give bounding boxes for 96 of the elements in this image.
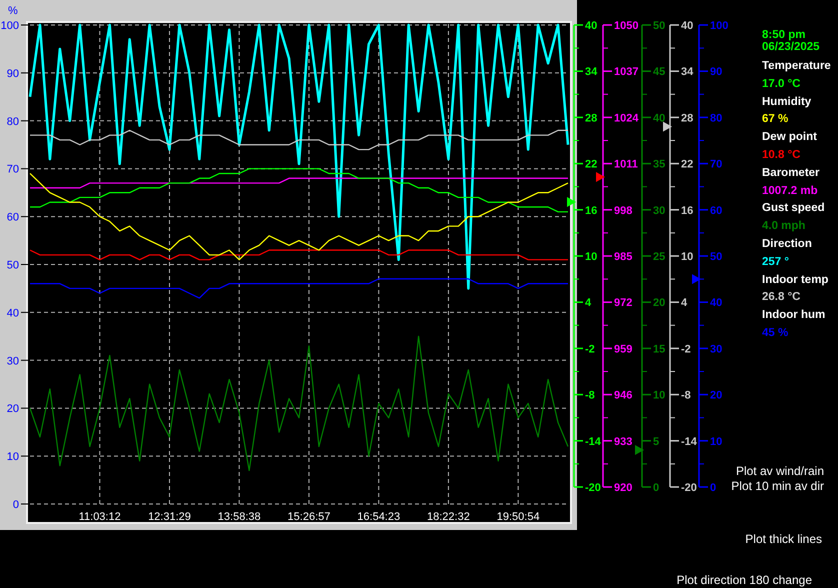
axis-label: 10 [6, 451, 19, 464]
axis-label: 20 [710, 390, 722, 402]
axis-label: 34 [585, 66, 598, 78]
axis-label: 12:31:29 [148, 511, 191, 523]
reading-value: 67 % [762, 112, 790, 128]
option-label[interactable]: Plot av wind/rain [736, 464, 824, 479]
axis-label: 40 [653, 112, 666, 124]
axis-label: 19:50:54 [496, 511, 540, 523]
axis-label: 18:22:32 [427, 511, 470, 523]
reading-label: Barometer [762, 166, 821, 181]
reading-value: 10.8 °C [762, 148, 802, 163]
reading-value: 4.0 mph [762, 219, 806, 234]
axis-label: 100 [710, 20, 728, 32]
axis-label: 30 [6, 355, 19, 368]
axis-label: 0 [12, 499, 19, 511]
axis-label: 30 [653, 204, 666, 217]
axis-label: -2 [681, 343, 691, 356]
axis-label: 1011 [614, 158, 638, 171]
axis-label: 10 [653, 390, 666, 402]
axis-label: 0 [653, 482, 660, 494]
reading-value: 17.0 °C [762, 76, 802, 92]
reading-value: 1007.2 mb [762, 184, 819, 199]
option-label[interactable]: Plot 10 min av dir [731, 479, 824, 494]
reading-label: Temperature [762, 59, 832, 74]
axis-label: 11:03:12 [78, 511, 121, 523]
reading-label: Direction [762, 236, 813, 252]
axis-title: % [8, 5, 18, 17]
reading-value: 45 % [762, 326, 790, 341]
reading-label: Dew point [762, 130, 818, 146]
axis-label: 4 [585, 297, 592, 310]
axis-label: -2 [585, 343, 595, 356]
axis-label: 28 [585, 112, 598, 124]
axis-label: 90 [6, 68, 19, 80]
reading-label: Indoor temp [762, 272, 830, 288]
axis-label: 0 [710, 482, 716, 494]
axis-label: 22 [681, 158, 694, 171]
axis-label: 16 [681, 204, 694, 217]
reading-value: 26.8 °C [762, 290, 802, 306]
axis-label: 40 [710, 297, 722, 310]
axis-label: 70 [710, 158, 722, 171]
axis-label: 30 [710, 343, 722, 356]
axis-label: 25 [653, 251, 666, 263]
axis-label: 972 [614, 297, 632, 310]
axis-label: 920 [614, 482, 632, 494]
axis-label: -8 [585, 390, 595, 402]
option-label[interactable]: Plot thick lines [745, 532, 822, 547]
date-text: 06/23/2025 [762, 41, 821, 53]
axis-label: 998 [614, 204, 632, 217]
axis-label: 1037 [614, 66, 638, 78]
axis-label: 15:26:57 [288, 511, 330, 523]
axis-label: 70 [6, 164, 19, 176]
axis-label: 45 [653, 66, 666, 78]
axis-label: 10 [710, 436, 722, 448]
option-label[interactable]: Plot direction 180 change [676, 573, 812, 588]
axis-label: 28 [681, 112, 694, 124]
axis-label: 34 [681, 66, 694, 78]
axis-label: 50 [6, 260, 19, 272]
axis-label: 1024 [614, 112, 638, 124]
axis-label: 60 [6, 212, 19, 224]
axis-label: -14 [681, 436, 697, 448]
clock-time: 8:50 pm [762, 29, 806, 41]
axis-label: 40 [585, 20, 598, 32]
axis-label: 20 [653, 297, 666, 310]
reading-label: Humidity [762, 94, 812, 110]
axis-label: 16:54:23 [357, 511, 400, 523]
axis-label: 959 [614, 343, 632, 356]
axis-label: 40 [681, 20, 694, 32]
axis-label: 946 [614, 390, 632, 402]
reading-label: Indoor hum [762, 308, 826, 324]
axis-label: 100 [0, 20, 19, 32]
axis-label: 80 [710, 112, 722, 124]
axis-label: 15 [653, 343, 666, 356]
axis-label: 60 [710, 204, 722, 217]
axis-label: -20 [681, 482, 697, 494]
axis-label: 50 [710, 251, 722, 263]
axis-label: 4 [681, 297, 688, 310]
axis-label: 50 [653, 20, 666, 32]
axis-label: -20 [585, 482, 601, 494]
axis-label: -14 [585, 436, 601, 448]
axis-label: 933 [614, 436, 632, 448]
axis-label: 5 [653, 436, 660, 448]
axis-label: 10 [681, 251, 694, 263]
axis-label: 10 [585, 251, 598, 263]
axis-label: 13:58:38 [218, 511, 261, 523]
axis-label: 16 [585, 204, 598, 217]
axis-label: 35 [653, 158, 666, 171]
axis-label: 80 [6, 116, 19, 128]
axis-label: 985 [614, 251, 632, 263]
axis-label: 20 [6, 403, 19, 416]
axis-label: 40 [6, 307, 19, 320]
axis-label: 90 [710, 66, 722, 78]
reading-label: Gust speed [762, 201, 826, 216]
axis-label: 1050 [614, 20, 638, 32]
axis-label: -8 [681, 390, 691, 402]
reading-value: 257 ° [762, 254, 790, 270]
axis-label: 22 [585, 158, 598, 171]
